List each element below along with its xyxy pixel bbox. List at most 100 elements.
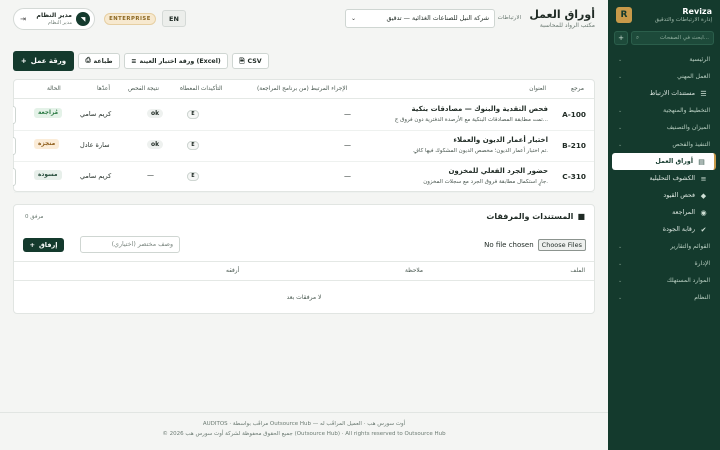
- chevron-down-icon: ⌄: [618, 73, 623, 80]
- sidebar-group-label: القوائم والتقارير: [670, 243, 710, 250]
- logout-icon[interactable]: ⇥: [18, 15, 28, 23]
- page-search-input[interactable]: ⌕ ابحث في الصفحات...: [631, 31, 714, 45]
- sidebar-group[interactable]: ⌄ الميزان والتصنيف: [612, 119, 716, 136]
- col-attached-by: أرفقه: [226, 268, 240, 274]
- shield-check-icon: ✔: [700, 225, 707, 234]
- sidebar-group[interactable]: ⌄ الموارد المستهلك: [612, 272, 716, 289]
- footer-line-1: AUDITOS · مراقَب بواسطة Outsource Hub — …: [202, 421, 406, 427]
- row-handle[interactable]: [13, 106, 16, 124]
- sidebar: R Reviza إدارة الارتباطات والتدقيق + ⌕ ا…: [608, 0, 720, 450]
- chevron-down-icon: ⌄: [618, 56, 623, 63]
- worksheet-title[interactable]: اختبار أعمار الديون والعملاء: [453, 136, 548, 144]
- sidebar-group[interactable]: ⌄ العمل المهني: [612, 68, 716, 85]
- worksheet-title[interactable]: حضور الجرد الفعلي للمخزون: [448, 167, 548, 175]
- worksheet-ref[interactable]: C-310: [562, 172, 586, 181]
- sidebar-group[interactable]: ⌄ التخطيط والمنهجية: [612, 102, 716, 119]
- sidebar-item-label: أوراق العمل: [655, 158, 693, 165]
- sidebar-group[interactable]: ⌄ النظام: [612, 289, 716, 306]
- worksheet-description: تم اختبار أعمار الديون؛ مخصص الديون المش…: [413, 148, 548, 154]
- row-handle[interactable]: [13, 168, 16, 186]
- sidebar-item[interactable]: فحص القيود ◆: [612, 187, 716, 204]
- status-badge: منجزة: [34, 139, 60, 149]
- attachments-count: 0 مرفق: [25, 214, 44, 220]
- sidebar-item[interactable]: الكشوف التحليلية ≡: [612, 170, 716, 187]
- table-header: مرجع العنوان الإجراء المرتبط (من برنامج …: [14, 80, 594, 99]
- table-row[interactable]: A-100 فحص النقدية والبنوك — مصادقات بنكية…: [13, 100, 594, 131]
- sample-excel-label: ورقة اختبار العينة (Excel): [139, 57, 221, 65]
- print-button[interactable]: ⎙ طباعة: [78, 53, 120, 69]
- sidebar-group[interactable]: ⌄ الرئيسية: [612, 51, 716, 68]
- attachments-table-header: الملف ملاحظة أرفقه: [14, 261, 594, 281]
- attachments-title: المستندات والمرفقات ■: [486, 212, 585, 221]
- footer: AUDITOS · مراقَب بواسطة Outsource Hub — …: [0, 412, 608, 450]
- document-icon: ☰: [700, 89, 707, 98]
- layers-icon: ≡: [700, 174, 707, 183]
- sidebar-search: + ⌕ ابحث في الصفحات...: [614, 31, 714, 45]
- preparer-name: كريم سامي: [80, 172, 112, 180]
- sidebar-item[interactable]: رقابة الجودة ✔: [612, 221, 716, 238]
- table-row[interactable]: C-310 حضور الجرد الفعلي للمخزون جارٍ استكم…: [13, 162, 594, 193]
- eye-icon: ◉: [700, 208, 707, 217]
- new-worksheet-label: ورقة عمل: [30, 57, 67, 65]
- sidebar-item[interactable]: المراجعة ◉: [612, 204, 716, 221]
- sidebar-item-label: فحص القيود: [663, 192, 695, 199]
- sample-excel-button[interactable]: ≡ ورقة اختبار العينة (Excel): [124, 53, 228, 69]
- layers-icon: ≡: [131, 57, 137, 65]
- sidebar-group-label: التخطيط والمنهجية: [663, 107, 710, 114]
- assertion-chip: E: [187, 172, 199, 181]
- avatar: ◥: [76, 12, 90, 26]
- worksheet-title[interactable]: فحص النقدية والبنوك — مصادقات بنكية: [412, 105, 548, 113]
- plus-icon: +: [20, 57, 27, 65]
- test-result: —: [147, 171, 154, 179]
- col-assertions: التأكيدات المغطاة: [180, 86, 223, 92]
- brand-logo: R: [616, 7, 632, 23]
- topbar: أوراق العمل مكتب الرواد للمحاسبة الارتبا…: [13, 8, 595, 30]
- chevron-down-icon: ⌄: [618, 141, 623, 148]
- sidebar-group-label: التنفيذ والفحص: [672, 141, 710, 148]
- sidebar-group[interactable]: ⌄ الإدارة: [612, 255, 716, 272]
- main-content: أوراق العمل مكتب الرواد للمحاسبة الارتبا…: [0, 0, 608, 450]
- preparer-name: كريم سامي: [80, 110, 112, 118]
- choose-files-button[interactable]: Choose Files: [537, 239, 586, 251]
- col-preparer: أعدّها: [97, 86, 110, 92]
- file-icon: 🗎: [239, 57, 245, 65]
- language-toggle-button[interactable]: EN: [162, 10, 186, 27]
- col-note: ملاحظة: [404, 268, 423, 274]
- user-menu[interactable]: ⇥ مدير النظام مدير النظام ◥: [13, 8, 95, 30]
- page-title: أوراق العمل: [529, 8, 595, 21]
- col-ref: مرجع: [571, 86, 584, 92]
- row-handle[interactable]: [13, 137, 16, 155]
- worksheet-description: جارٍ استكمال مطابقة فروق الجرد مع سجلات …: [423, 179, 548, 185]
- attachments-card: المستندات والمرفقات ■ 0 مرفق No file cho…: [13, 204, 595, 314]
- sidebar-group-label: الميزان والتصنيف: [666, 124, 710, 131]
- sidebar-group-label: الموارد المستهلك: [666, 277, 710, 284]
- attachment-description-input[interactable]: وصف مختصر (اختياري): [80, 236, 180, 253]
- sidebar-item-label: رقابة الجودة: [662, 226, 695, 233]
- sidebar-group[interactable]: ⌄ القوائم والتقارير: [612, 238, 716, 255]
- brand-subtitle: إدارة الارتباطات والتدقيق: [654, 17, 712, 23]
- sidebar-item[interactable]: أوراق العمل ▤: [612, 153, 716, 170]
- csv-export-button[interactable]: 🗎 CSV: [232, 53, 269, 69]
- worksheet-description: تمت مطابقة المصادقات البنكية مع الأرصدة …: [394, 117, 548, 123]
- engagement-select[interactable]: شركة النيل للصناعات الغذائية — تدقيق ⌄: [345, 9, 495, 28]
- chevron-down-icon: ⌄: [618, 260, 623, 267]
- worksheet-ref[interactable]: B-210: [562, 141, 586, 150]
- sidebar-item-label: مستندات الارتباط: [649, 90, 695, 97]
- linked-procedure: —: [344, 110, 351, 118]
- worksheet-ref[interactable]: A-100: [562, 110, 586, 119]
- file-none-label: No file chosen: [484, 241, 534, 249]
- assertion-chip: E: [187, 141, 199, 150]
- table-row[interactable]: B-210 اختبار أعمار الديون والعملاء تم اختب…: [13, 131, 594, 162]
- new-worksheet-button[interactable]: + ورقة عمل: [13, 51, 74, 71]
- attachments-title-text: المستندات والمرفقات: [486, 212, 574, 221]
- preparer-name: سارة عادل: [80, 141, 110, 149]
- engagement-value: شركة النيل للصناعات الغذائية — تدقيق: [386, 15, 489, 22]
- print-label: طباعة: [93, 57, 113, 65]
- status-badge: مُراجعة: [34, 108, 63, 118]
- sidebar-group[interactable]: ⌄ التنفيذ والفحص: [612, 136, 716, 153]
- col-status: الحالة: [47, 86, 61, 92]
- add-button[interactable]: +: [614, 31, 628, 45]
- attach-button[interactable]: + إرفاق: [23, 238, 64, 252]
- sidebar-item[interactable]: مستندات الارتباط ☰: [612, 85, 716, 102]
- printer-icon: ⎙: [85, 57, 91, 64]
